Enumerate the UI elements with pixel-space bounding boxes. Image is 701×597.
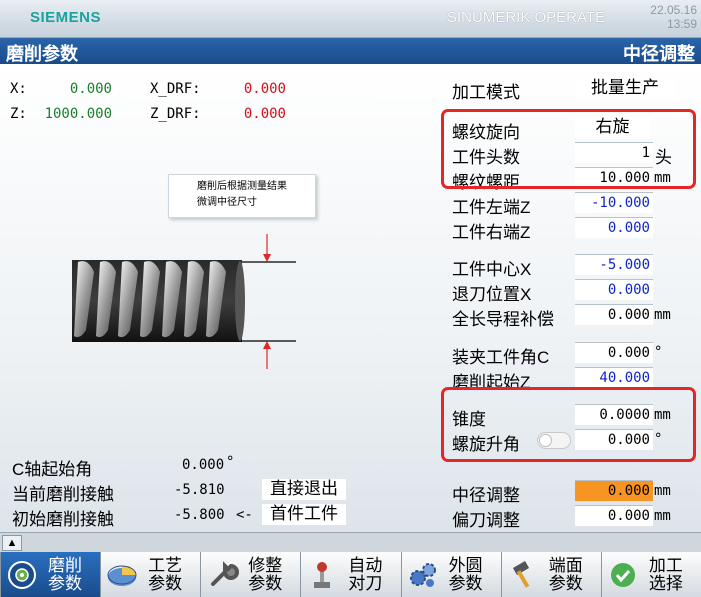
init-contact-value: -5.800 (174, 507, 225, 523)
retract-label: 退刀位置X (452, 285, 532, 304)
zdrf-label: Z_DRF: (150, 106, 201, 122)
c-start-unit: ° (226, 454, 235, 470)
softkey-auto-tool[interactable]: 自动 对刀 (301, 552, 401, 597)
softkey-process-params[interactable]: 工艺 参数 (101, 552, 201, 597)
page-subtitle: 中径调整 (623, 44, 695, 64)
z-position: Z: 1000.000 (10, 106, 112, 122)
gears-icon (409, 562, 436, 587)
xdrf-position: X_DRF: 0.000 (150, 81, 286, 97)
cur-contact-value: -5.810 (174, 482, 225, 498)
mode-label: 加工模式 (452, 83, 520, 102)
softkey-grind-params[interactable]: 磨削 参数 (1, 552, 101, 597)
datetime: 22.05.16 13:59 (650, 3, 697, 31)
softkey-6-line2: 参数 (548, 573, 583, 593)
softkey-4-line1: 自动 (348, 555, 383, 575)
thread-diagram (72, 234, 296, 369)
x-position: X: 0.000 (10, 81, 112, 97)
hint-line-1: 磨削后根据测量结果 (197, 181, 287, 192)
c-start-label: C轴起始角 (12, 460, 93, 479)
c-start-value: 0.000 (182, 457, 225, 473)
grind-wheel-icon (8, 560, 36, 589)
first-workpiece-button[interactable]: 首件工件 (262, 504, 346, 525)
softkey-7-line1: 加工 (648, 555, 683, 575)
clamp-angle-label: 装夹工件角C (452, 348, 550, 367)
lead-comp-label: 全长导程补偿 (452, 310, 554, 329)
x-value: 0.000 (69, 81, 112, 97)
softkey-bar: 磨削 参数 工艺 参数 修整 参数 自动 对刀 外圆 参数 端面 参数 加工 选… (0, 552, 701, 597)
hammer-icon (512, 560, 529, 588)
softkey-3-line1: 修整 (248, 555, 283, 575)
cur-contact-label: 当前磨削接触 (12, 485, 114, 504)
init-contact-label: 初始磨削接触 (12, 510, 114, 529)
right-end-field[interactable]: 0.000 (575, 217, 653, 238)
offset-label: 偏刀调整 (452, 511, 520, 530)
softkey-6-line1: 端面 (548, 555, 583, 575)
lead-comp-field[interactable]: 0.000 (575, 304, 653, 325)
product-name: SINUMERIK OPERATE (447, 9, 606, 26)
status-strip: ▲ (0, 532, 701, 552)
offset-unit: mm (654, 508, 671, 524)
time-text: 13:59 (666, 17, 697, 31)
left-end-field[interactable]: -10.000 (575, 192, 653, 213)
mode-select[interactable]: 批量生产 (575, 78, 675, 99)
brand-logo: SIEMENS (30, 9, 102, 26)
lead-comp-unit: mm (654, 307, 671, 323)
clamp-angle-field[interactable]: 0.000 (575, 342, 653, 363)
pie-chart-icon (107, 565, 137, 586)
x-label: X: (10, 81, 27, 97)
softkey-4-line2: 对刀 (348, 573, 383, 593)
title-bar: 磨削参数 中径调整 (0, 38, 701, 64)
main-panel: X: 0.000 Z: 1000.000 X_DRF: 0.000 Z_DRF:… (0, 64, 701, 532)
right-end-label: 工件右端Z (452, 223, 531, 242)
page-title: 磨削参数 (6, 44, 78, 64)
check-icon (610, 562, 635, 587)
softkey-face-params[interactable]: 端面 参数 (501, 552, 601, 597)
z-value: 1000.000 (44, 106, 112, 122)
zdrf-position: Z_DRF: 0.000 (150, 106, 286, 122)
softkey-3-line2: 参数 (248, 573, 283, 593)
wrench-icon (211, 560, 240, 586)
top-header: SIEMENS SINUMERIK OPERATE 22.05.16 13:59 (0, 0, 701, 38)
hint-line-2: 微调中径尺寸 (197, 197, 257, 208)
offset-field[interactable]: 0.000 (575, 505, 653, 526)
taper-params-highlight (441, 387, 696, 462)
softkey-process-select[interactable]: 加工 选择 (601, 552, 701, 597)
retract-field[interactable]: 0.000 (575, 279, 653, 300)
softkey-1-line1: 磨削 (48, 555, 82, 575)
exit-direct-button[interactable]: 直接退出 (262, 479, 346, 500)
zdrf-value: 0.000 (243, 106, 286, 122)
xdrf-value: 0.000 (243, 81, 286, 97)
pitch-adjust-label: 中径调整 (452, 486, 520, 505)
date-text: 22.05.16 (650, 3, 697, 17)
pitch-adjust-unit: mm (654, 483, 671, 499)
center-label: 工件中心X (452, 260, 532, 279)
xdrf-label: X_DRF: (150, 81, 201, 97)
hint-note: 磨削后根据测量结果 微调中径尺寸 (168, 174, 316, 218)
expand-up-button[interactable]: ▲ (2, 535, 22, 551)
center-field[interactable]: -5.000 (575, 254, 653, 275)
thread-params-highlight (441, 109, 696, 189)
left-end-label: 工件左端Z (452, 198, 531, 217)
softkey-dress-params[interactable]: 修整 参数 (201, 552, 301, 597)
softkey-1-line2: 参数 (48, 573, 82, 593)
z-label: Z: (10, 106, 27, 122)
softkey-od-params[interactable]: 外圆 参数 (401, 552, 501, 597)
clamp-angle-unit: ° (654, 344, 663, 360)
softkey-2-line1: 工艺 (148, 555, 183, 575)
softkey-7-line2: 选择 (648, 573, 683, 593)
softkey-5-line1: 外圆 (448, 555, 483, 575)
pitch-adjust-field[interactable]: 0.000 (575, 480, 653, 501)
init-contact-arrow: <- (236, 507, 253, 523)
softkey-5-line2: 参数 (448, 573, 483, 593)
chevron-up-icon: ▲ (6, 537, 18, 549)
grind-start-field[interactable]: 40.000 (575, 367, 653, 388)
joystick-icon (314, 561, 331, 588)
softkey-2-line2: 参数 (148, 573, 183, 593)
